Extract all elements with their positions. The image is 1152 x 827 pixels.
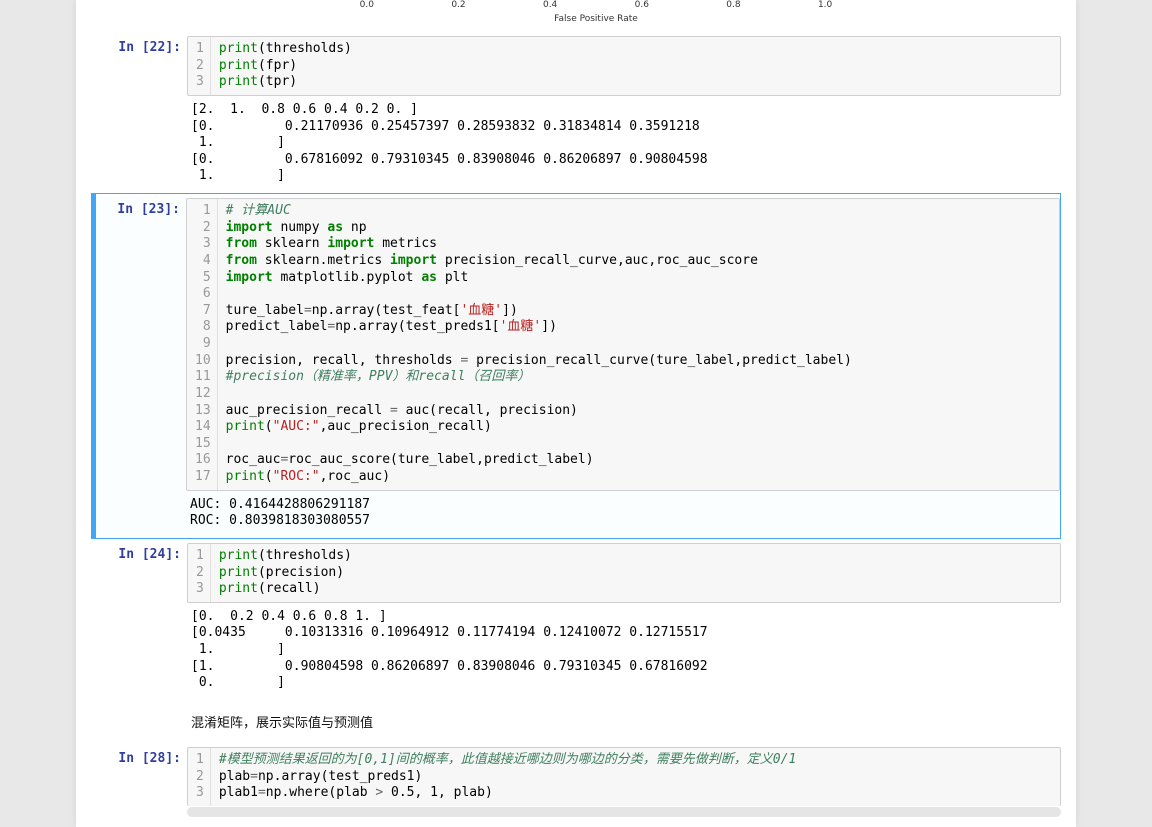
horizontal-scrollbar[interactable] [187,807,1061,817]
linenos: 1 2 3 [188,748,211,806]
markdown-content: 混淆矩阵，展示实际值与预测值 [187,704,1061,739]
code-cell-28[interactable]: In [28]: 1 2 3 #模型预测结果返回的为[0,1]间的概率，此值越接… [91,743,1061,817]
prompt-in-24: In [24]: [97,543,187,696]
prompt-in-23: In [23]: [96,198,186,534]
code-cell-24[interactable]: In [24]: 1 2 3 print(thresholds) print(p… [91,539,1061,700]
output-23: AUC: 0.4164428806291187 ROC: 0.803981830… [186,491,1060,534]
output-22: [2. 1. 0.8 0.6 0.4 0.2 0. ] [0. 0.211709… [187,96,1061,189]
linenos: 1 2 3 [188,544,211,602]
code-content[interactable]: # 计算AUC import numpy as np from sklearn … [218,199,860,490]
code-content[interactable]: #模型预测结果返回的为[0,1]间的概率，此值越接近哪边则为哪边的分类，需要先做… [211,748,804,806]
tick-3: 0.6 [622,0,662,10]
code-cell-23[interactable]: In [23]: 1 2 3 4 5 6 7 8 9 10 11 12 13 1… [91,193,1061,539]
prompt-in-22: In [22]: [97,36,187,189]
code-editor-23[interactable]: 1 2 3 4 5 6 7 8 9 10 11 12 13 14 15 16 1… [186,198,1060,491]
linenos: 1 2 3 [188,37,211,95]
code-editor-28[interactable]: 1 2 3 #模型预测结果返回的为[0,1]间的概率，此值越接近哪边则为哪边的分… [187,747,1061,806]
tick-5: 1.0 [805,0,845,10]
output-24: [0. 0.2 0.4 0.6 0.8 1. ] [0.0435 0.10313… [187,603,1061,696]
markdown-cell[interactable]: 混淆矩阵，展示实际值与预测值 [91,700,1061,743]
prompt-md [97,704,187,739]
tick-4: 0.8 [713,0,753,10]
code-editor-22[interactable]: 1 2 3 print(thresholds) print(fpr) print… [187,36,1061,96]
plot-xlabel: False Positive Rate [91,14,1061,24]
code-cell-22[interactable]: In [22]: 1 2 3 print(thresholds) print(f… [91,32,1061,193]
prompt-in-28: In [28]: [97,747,187,817]
code-content[interactable]: print(thresholds) print(fpr) print(tpr) [211,37,360,95]
code-content[interactable]: print(thresholds) print(precision) print… [211,544,360,602]
tick-2: 0.4 [530,0,570,10]
code-editor-24[interactable]: 1 2 3 print(thresholds) print(precision)… [187,543,1061,603]
plot-roc-fragment: 0.0 0.2 0.4 0.6 0.8 1.0 False Positive R… [91,0,1061,32]
plot-x-ticks: 0.0 0.2 0.4 0.6 0.8 1.0 [281,0,871,10]
tick-0: 0.0 [347,0,387,10]
notebook-container: 0.0 0.2 0.4 0.6 0.8 1.0 False Positive R… [76,0,1076,827]
tick-1: 0.2 [438,0,478,10]
linenos: 1 2 3 4 5 6 7 8 9 10 11 12 13 14 15 16 1… [187,199,218,490]
